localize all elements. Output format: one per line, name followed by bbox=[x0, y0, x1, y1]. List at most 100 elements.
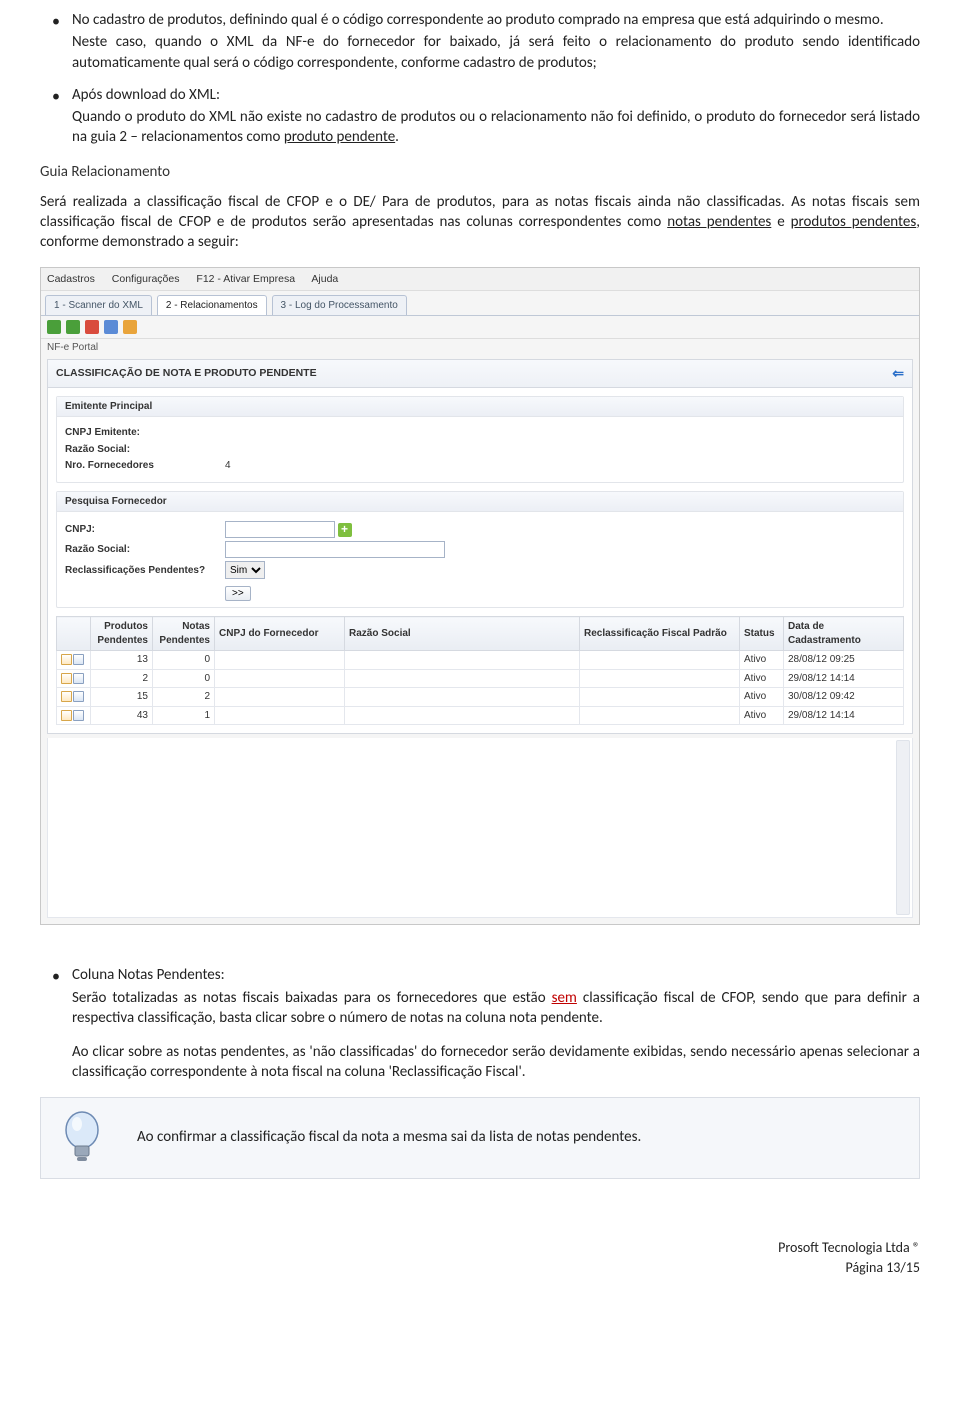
toolbar bbox=[41, 316, 919, 339]
cell-actions bbox=[57, 688, 91, 707]
input-cnpj[interactable] bbox=[225, 521, 335, 538]
stop-icon[interactable] bbox=[85, 320, 99, 334]
lightbulb-icon bbox=[57, 1108, 107, 1168]
group-emitente-principal: Emitente Principal CNPJ Emitente: Razão … bbox=[56, 396, 904, 483]
menu-ativar-empresa[interactable]: F12 - Ativar Empresa bbox=[196, 273, 295, 285]
cell-produtos-pendentes[interactable]: 43 bbox=[91, 706, 153, 725]
col-produtos-pendentes: Produtos Pendentes bbox=[91, 617, 153, 651]
col-data-cadastramento: Data de Cadastramento bbox=[784, 617, 904, 651]
cell-cnpj bbox=[215, 669, 345, 688]
label-cnpj-emitente: CNPJ Emitente: bbox=[65, 426, 225, 440]
home-icon[interactable] bbox=[123, 320, 137, 334]
panel-title-text: CLASSIFICAÇÃO DE NOTA E PRODUTO PENDENTE bbox=[56, 366, 317, 380]
tab-log-processamento[interactable]: 3 - Log do Processamento bbox=[272, 295, 407, 316]
cell-razao bbox=[345, 688, 580, 707]
fornecedores-table: Produtos Pendentes Notas Pendentes CNPJ … bbox=[56, 616, 904, 725]
row-cnpj-search: CNPJ: bbox=[65, 521, 895, 538]
guia-para-u1: notas pendentes bbox=[667, 213, 771, 231]
cell-notas-pendentes[interactable]: 2 bbox=[153, 688, 215, 707]
cell-data: 29/08/12 14:14 bbox=[784, 669, 904, 688]
cell-reclass-padrao bbox=[580, 688, 740, 707]
scrollbar[interactable] bbox=[896, 740, 910, 915]
edit-icon[interactable] bbox=[61, 710, 72, 721]
label-razao-search: Razão Social: bbox=[65, 543, 225, 557]
cell-razao bbox=[345, 706, 580, 725]
label-reclass-pendentes: Reclassificações Pendentes? bbox=[65, 564, 225, 578]
cell-data: 30/08/12 09:42 bbox=[784, 688, 904, 707]
intro-bullet-2-body-pre: Quando o produto do XML não existe no ca… bbox=[72, 108, 920, 146]
view-icon[interactable] bbox=[73, 673, 84, 684]
guia-paragraph: Será realizada a classificação fiscal de… bbox=[40, 192, 920, 253]
col-razao-social: Razão Social bbox=[345, 617, 580, 651]
edit-icon[interactable] bbox=[61, 654, 72, 665]
cell-status: Ativo bbox=[740, 688, 784, 707]
cell-notas-pendentes[interactable]: 0 bbox=[153, 651, 215, 670]
cell-produtos-pendentes[interactable]: 13 bbox=[91, 651, 153, 670]
col-cnpj-fornecedor: CNPJ do Fornecedor bbox=[215, 617, 345, 651]
cell-notas-pendentes[interactable]: 1 bbox=[153, 706, 215, 725]
menu-cadastros[interactable]: Cadastros bbox=[47, 273, 95, 285]
cell-status: Ativo bbox=[740, 706, 784, 725]
cell-produtos-pendentes[interactable]: 15 bbox=[91, 688, 153, 707]
nav-forward-icon[interactable] bbox=[66, 320, 80, 334]
intro-bullet-1: • No cadastro de produtos, definindo qua… bbox=[72, 10, 920, 73]
portal-label: NF-e Portal bbox=[41, 339, 919, 355]
bullet-coluna-notas-pendentes: • Coluna Notas Pendentes: Serão totaliza… bbox=[72, 965, 920, 1082]
tab-relacionamentos[interactable]: 2 - Relacionamentos bbox=[157, 295, 267, 316]
edit-icon[interactable] bbox=[61, 691, 72, 702]
refresh-icon[interactable] bbox=[104, 320, 118, 334]
label-nro-fornecedores: Nro. Fornecedores bbox=[65, 459, 225, 473]
app-empty-area bbox=[47, 738, 913, 918]
view-icon[interactable] bbox=[73, 710, 84, 721]
cell-notas-pendentes[interactable]: 0 bbox=[153, 669, 215, 688]
bullet-bottom-p1-pre: Serão totalizadas as notas fiscais baixa… bbox=[72, 989, 552, 1007]
cell-data: 29/08/12 14:14 bbox=[784, 706, 904, 725]
menu-configuracoes[interactable]: Configurações bbox=[112, 273, 180, 285]
select-reclass-pendentes[interactable]: Sim bbox=[225, 561, 265, 579]
intro-bullet-1-intro: No cadastro de produtos, definindo qual … bbox=[72, 11, 884, 29]
tab-scanner-xml[interactable]: 1 - Scanner do XML bbox=[45, 295, 152, 316]
intro-bullet-list: • No cadastro de produtos, definindo qua… bbox=[40, 10, 920, 148]
tab-bar: 1 - Scanner do XML 2 - Relacionamentos 3… bbox=[41, 291, 919, 317]
intro-bullet-2-body-underline: produto pendente bbox=[284, 128, 395, 146]
cell-produtos-pendentes[interactable]: 2 bbox=[91, 669, 153, 688]
group-emitente-body: CNPJ Emitente: Razão Social: Nro. Fornec… bbox=[57, 417, 903, 482]
cell-actions bbox=[57, 651, 91, 670]
cell-actions bbox=[57, 706, 91, 725]
page-footer: Prosoft Tecnologia Ltda ® Página 13/15 bbox=[40, 1239, 920, 1279]
main-panel: CLASSIFICAÇÃO DE NOTA E PRODUTO PENDENTE… bbox=[47, 359, 913, 734]
edit-icon[interactable] bbox=[61, 673, 72, 684]
nav-back-icon[interactable] bbox=[47, 320, 61, 334]
bottom-bullet-list: • Coluna Notas Pendentes: Serão totaliza… bbox=[40, 965, 920, 1082]
col-notas-pendentes: Notas Pendentes bbox=[153, 617, 215, 651]
input-razao-social[interactable] bbox=[225, 541, 445, 558]
search-go-button[interactable]: >> bbox=[225, 586, 251, 601]
cell-reclass-padrao bbox=[580, 669, 740, 688]
view-icon[interactable] bbox=[73, 691, 84, 702]
cell-status: Ativo bbox=[740, 669, 784, 688]
intro-bullet-2: • Após download do XML: Quando o produto… bbox=[72, 85, 920, 148]
view-icon[interactable] bbox=[73, 654, 84, 665]
footer-page: Página 13/15 bbox=[40, 1259, 920, 1278]
guia-heading: Guia Relacionamento bbox=[40, 162, 920, 182]
menu-ajuda[interactable]: Ajuda bbox=[311, 273, 338, 285]
table-row: 130Ativo28/08/12 09:25 bbox=[57, 651, 904, 670]
label-razao-social-emit: Razão Social: bbox=[65, 443, 225, 457]
bullet-dot-icon: • bbox=[52, 11, 60, 33]
col-actions bbox=[57, 617, 91, 651]
table-row: 20 Ativo29/08/12 14:14 bbox=[57, 669, 904, 688]
intro-bullet-2-body: Quando o produto do XML não existe no ca… bbox=[72, 107, 920, 148]
guia-para-u2: produtos pendentes bbox=[791, 213, 917, 231]
add-cnpj-icon[interactable] bbox=[338, 523, 352, 537]
cell-cnpj bbox=[215, 706, 345, 725]
menubar: Cadastros Configurações F12 - Ativar Emp… bbox=[41, 268, 919, 291]
cell-actions bbox=[57, 669, 91, 688]
intro-bullet-2-intro: Após download do XML: bbox=[72, 86, 220, 104]
bullet-bottom-p2: Ao clicar sobre as notas pendentes, as '… bbox=[72, 1042, 920, 1083]
panel-back-arrow-icon[interactable]: ⇐ bbox=[892, 364, 904, 383]
bullet-dot-icon: • bbox=[52, 966, 60, 988]
group-pesquisa-body: CNPJ: Razão Social: Reclassificações Pen… bbox=[57, 512, 903, 607]
col-reclass-padrao: Reclassificação Fiscal Padrão bbox=[580, 617, 740, 651]
bullet-bottom-title: Coluna Notas Pendentes: bbox=[72, 966, 225, 984]
cell-reclass-padrao bbox=[580, 706, 740, 725]
